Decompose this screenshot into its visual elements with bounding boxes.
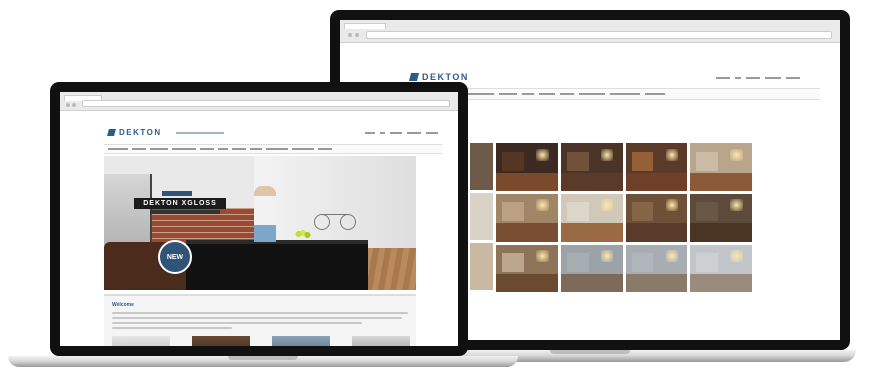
left-laptop: DEKTON DEKTON XGLOSS NEW Welcome xyxy=(8,82,518,367)
gallery-tile[interactable] xyxy=(625,143,688,191)
hero-bicycle xyxy=(314,208,356,230)
tile-light xyxy=(600,148,614,161)
gallery-tile[interactable] xyxy=(625,193,688,242)
left-site-logo[interactable]: DEKTON xyxy=(107,128,224,137)
welcome-section: Welcome xyxy=(104,294,416,346)
hero-subtitle-bar xyxy=(150,210,220,214)
brand-name: DEKTON xyxy=(119,128,162,137)
right-top-links xyxy=(716,76,800,79)
browser-tab[interactable] xyxy=(344,23,386,29)
hero-kitchen-counter xyxy=(186,242,368,290)
dekton-logo-icon xyxy=(408,73,420,81)
left-laptop-screen: DEKTON DEKTON XGLOSS NEW Welcome xyxy=(60,92,458,346)
content-thumbnail[interactable] xyxy=(192,336,250,346)
tile-light xyxy=(665,199,678,212)
brand-name: DEKTON xyxy=(422,72,469,82)
right-browser-chrome xyxy=(340,20,840,43)
hero-banner[interactable]: DEKTON XGLOSS NEW xyxy=(104,156,416,290)
left-laptop-base xyxy=(8,356,518,367)
hero-product-name: DEKTON XGLOSS xyxy=(143,200,217,207)
gallery-tile[interactable] xyxy=(560,143,623,191)
tile-wall xyxy=(566,253,589,273)
gallery-tile[interactable] xyxy=(625,244,688,293)
tile-floor xyxy=(690,274,752,293)
tile-light xyxy=(730,199,743,212)
browser-back-icon[interactable] xyxy=(348,33,352,37)
tile-floor xyxy=(560,274,623,293)
body-text-line xyxy=(112,327,232,329)
tile-light xyxy=(665,250,678,263)
body-text-line xyxy=(112,317,402,319)
tile-light xyxy=(665,148,678,161)
tile-floor xyxy=(690,172,752,191)
tile-wall xyxy=(696,202,719,222)
tile-floor xyxy=(625,274,688,293)
browser-url-bar[interactable] xyxy=(366,31,832,39)
browser-forward-icon[interactable] xyxy=(72,103,76,107)
right-site-logo[interactable]: DEKTON xyxy=(408,72,469,82)
gallery-tile[interactable] xyxy=(690,193,752,242)
left-laptop-lid: DEKTON DEKTON XGLOSS NEW Welcome xyxy=(50,82,468,356)
left-browser-chrome xyxy=(60,92,458,111)
dekton-logo-icon xyxy=(107,129,116,136)
tile-light xyxy=(730,148,743,161)
tile-floor xyxy=(690,223,752,242)
left-top-links xyxy=(365,132,438,134)
content-thumbnail[interactable] xyxy=(272,336,330,346)
tile-wall xyxy=(631,202,654,222)
section-title: Welcome xyxy=(112,302,134,308)
gallery-tile[interactable] xyxy=(560,244,623,293)
tile-light xyxy=(730,250,743,263)
tile-floor xyxy=(560,223,623,242)
tile-floor xyxy=(625,172,688,191)
hero-counter-top xyxy=(186,240,368,244)
tile-light xyxy=(536,148,549,161)
tile-light xyxy=(536,199,549,212)
tile-wall xyxy=(631,253,654,273)
tile-light xyxy=(600,199,614,212)
body-text-line xyxy=(112,322,362,324)
hero-person xyxy=(254,186,276,242)
content-thumbnail[interactable] xyxy=(112,336,170,346)
tile-light xyxy=(536,250,549,263)
tile-wall xyxy=(631,151,654,171)
project-gallery xyxy=(496,143,752,340)
browser-url-bar[interactable] xyxy=(82,100,450,107)
gallery-tile[interactable] xyxy=(690,143,752,191)
tile-light xyxy=(600,250,614,263)
tile-wall xyxy=(566,202,589,222)
gallery-tile[interactable] xyxy=(690,244,752,293)
hero-tag-bar xyxy=(162,191,192,196)
body-text-line xyxy=(112,312,408,314)
left-laptop-notch xyxy=(228,356,298,360)
left-main-nav[interactable] xyxy=(104,144,442,154)
browser-forward-icon[interactable] xyxy=(355,33,359,37)
hero-product-title: DEKTON XGLOSS xyxy=(134,198,226,209)
tile-wall xyxy=(566,151,589,171)
tile-wall xyxy=(696,253,719,273)
gallery-tile[interactable] xyxy=(560,193,623,242)
new-badge: NEW xyxy=(158,240,192,274)
tile-floor xyxy=(560,172,623,191)
right-laptop-notch xyxy=(550,350,630,354)
browser-back-icon[interactable] xyxy=(66,103,70,107)
content-thumbnail[interactable] xyxy=(352,336,410,346)
tile-floor xyxy=(625,223,688,242)
hero-fruit-bowl xyxy=(292,230,314,240)
tile-wall xyxy=(696,151,719,171)
hero-white-wall xyxy=(254,156,416,250)
